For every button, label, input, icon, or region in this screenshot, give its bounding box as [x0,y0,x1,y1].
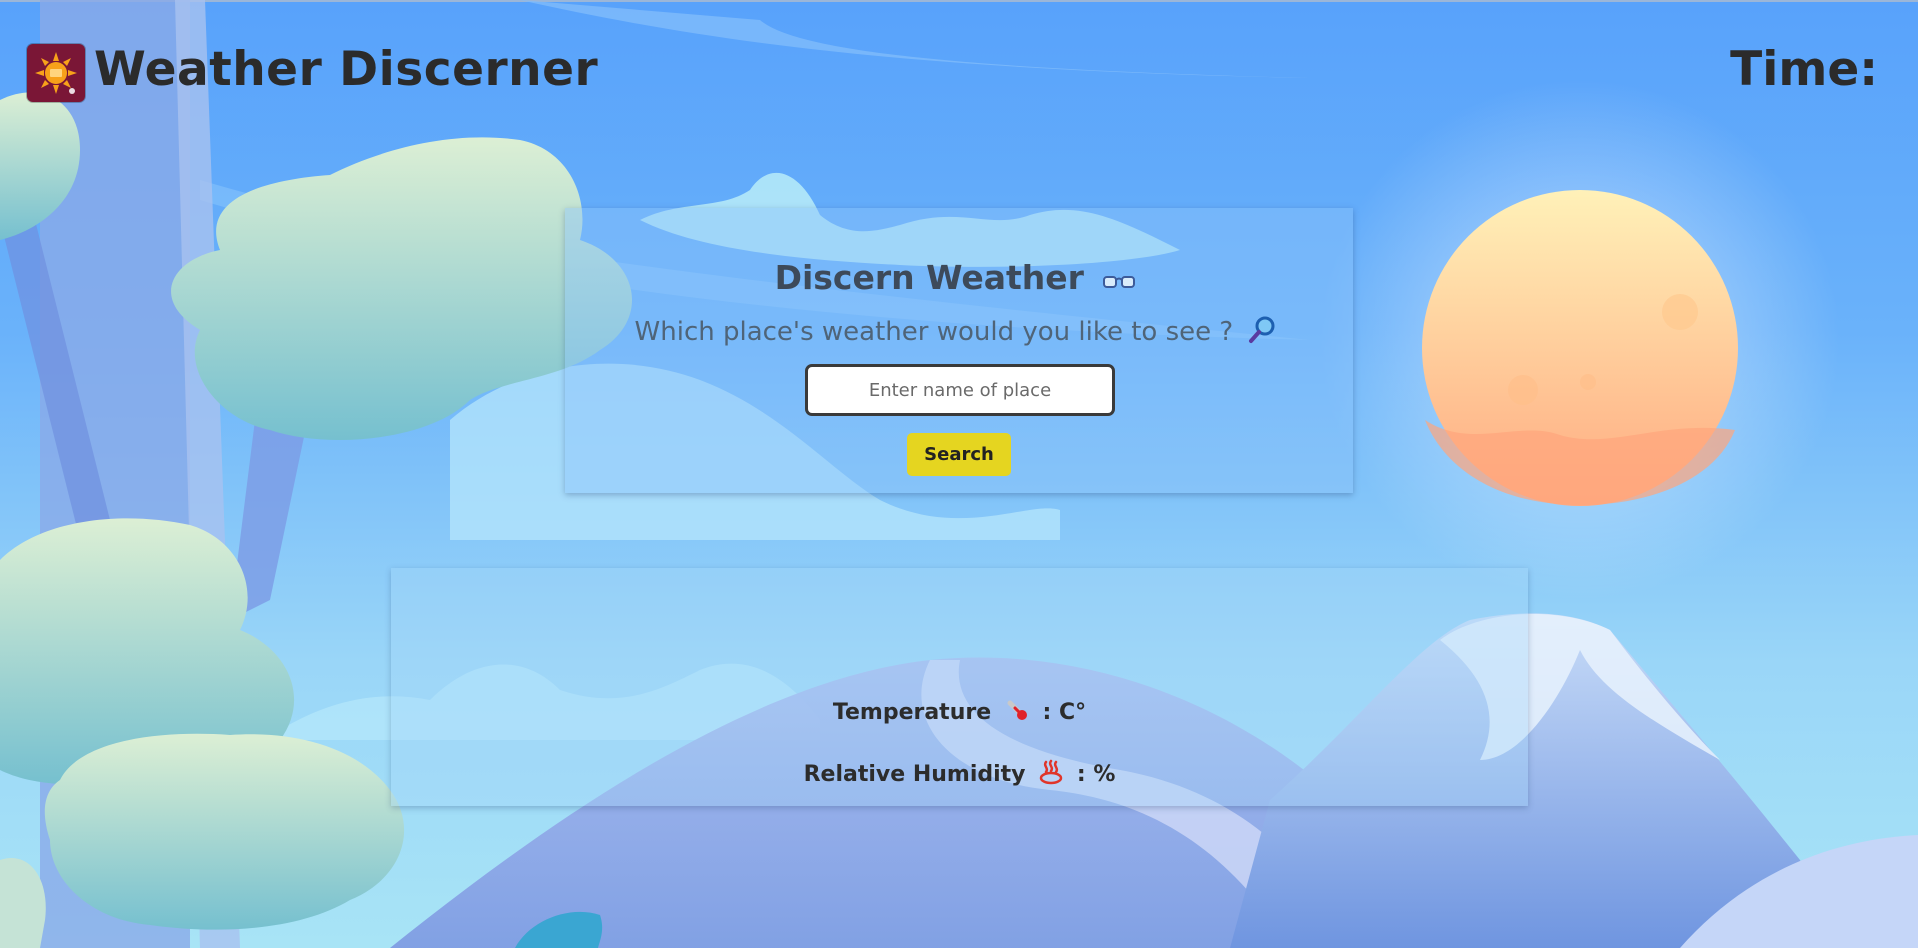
temperature-label: Temperature [832,700,992,725]
tree-canopy [0,858,46,948]
search-button[interactable]: Search [907,433,1011,476]
sun-logo-icon[interactable] [27,44,85,102]
temperature-row: Temperature : C° [391,698,1528,728]
search-card: Discern Weather Which place's weather wo… [565,208,1353,493]
glasses-icon [1101,260,1137,299]
search-card-subtitle: Which place's weather would you like to … [565,314,1353,351]
sun-crater [1508,375,1538,405]
tree-canopy [44,733,405,930]
place-search-input[interactable] [805,364,1115,416]
hot-springs-icon [1039,759,1063,791]
app-title: Weather Discerner [94,42,599,97]
sun-crater [1580,374,1596,390]
magnifier-icon [1247,314,1277,351]
weather-result-card: Temperature : C° Relative Humidity: % [391,568,1528,806]
sun-logo-graphic [35,52,77,94]
sun-crater [1662,294,1698,330]
time-label: Time: [1730,42,1878,97]
humidity-value: : % [1076,762,1116,787]
search-card-title-text: Discern Weather [774,258,1084,297]
search-card-title: Discern Weather [565,258,1353,299]
app-header: Weather Discerner Time: [0,0,1918,150]
weather-page: Weather Discerner Time: Discern Weather … [0,0,1918,948]
thermometer-icon [1005,698,1029,728]
search-card-subtitle-text: Which place's weather would you like to … [634,317,1234,347]
humidity-label: Relative Humidity [803,762,1026,787]
humidity-row: Relative Humidity : % [391,759,1528,791]
temperature-value: : C° [1042,700,1087,725]
